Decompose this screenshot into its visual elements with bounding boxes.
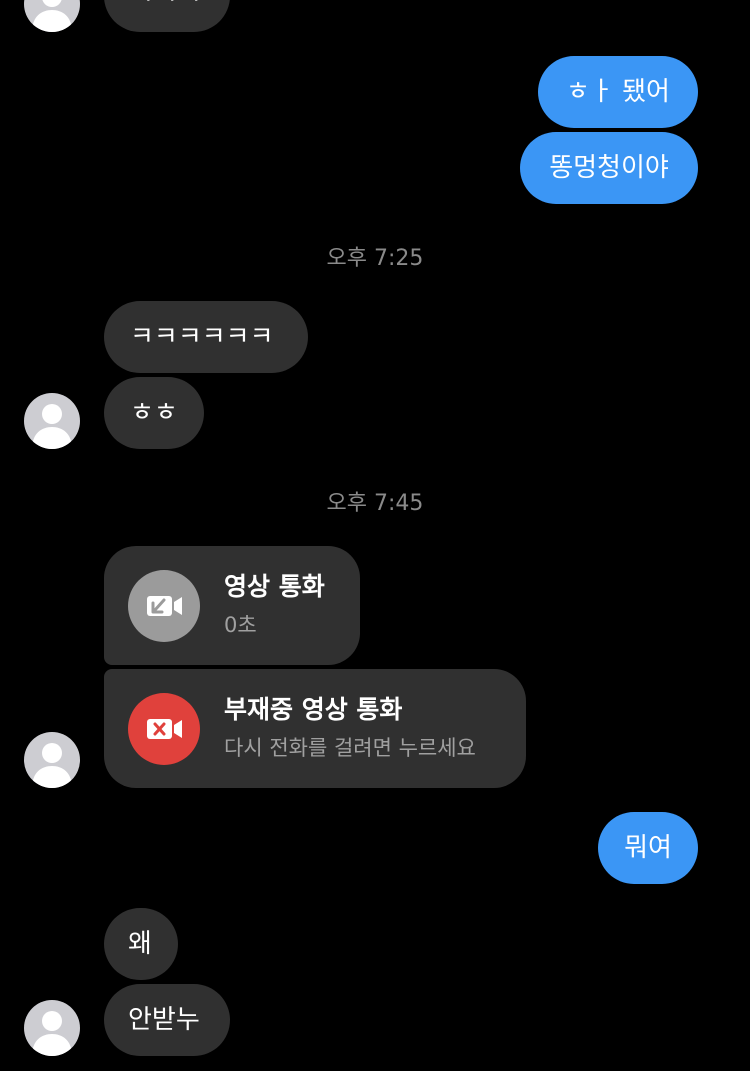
incoming-video-call-icon (128, 570, 200, 642)
outgoing-message-bubble[interactable]: 뭐여 (598, 812, 698, 884)
message-text: ㅋㅋㅋ (130, 0, 202, 11)
avatar[interactable] (24, 0, 80, 32)
default-avatar-icon (32, 743, 72, 788)
incoming-message-bubble[interactable]: ㅎㅎ (104, 377, 204, 449)
incoming-message-bubble[interactable]: 왜 (104, 908, 178, 980)
default-avatar-icon (32, 404, 72, 449)
message-text: 안받누 (128, 1005, 200, 1035)
call-title: 영상 통화 (224, 572, 325, 601)
incoming-message-bubble[interactable]: 안받누 (104, 984, 230, 1056)
outgoing-message-bubble[interactable]: ㅎㅏ 됐어 (538, 56, 698, 128)
default-avatar-icon (32, 0, 72, 32)
timestamp: 오후 7:25 (326, 246, 424, 271)
message-text: 똥멍청이야 (549, 153, 669, 183)
message-text: ㅎㅏ 됐어 (566, 77, 670, 107)
avatar[interactable] (24, 732, 80, 788)
incoming-message-bubble[interactable]: ㅋㅋㅋㅋㅋㅋ (104, 301, 308, 373)
avatar[interactable] (24, 393, 80, 449)
message-text: 왜 (128, 929, 152, 959)
message-text: 뭐여 (624, 833, 672, 863)
missed-video-call-card[interactable]: 부재중 영상 통화 다시 전화를 걸려면 누르세요 (104, 669, 526, 788)
default-avatar-icon (32, 1011, 72, 1056)
call-duration: 0초 (224, 613, 257, 637)
call-hint: 다시 전화를 걸려면 누르세요 (224, 736, 476, 760)
message-text: ㅋㅋㅋㅋㅋㅋ (130, 322, 274, 352)
avatar[interactable] (24, 1000, 80, 1056)
timestamp: 오후 7:45 (326, 491, 424, 516)
outgoing-message-bubble[interactable]: 똥멍청이야 (520, 132, 698, 204)
video-call-card[interactable]: 영상 통화 0초 (104, 546, 360, 665)
message-text: ㅎㅎ (130, 398, 178, 428)
incoming-message-bubble[interactable]: ㅋㅋㅋ (104, 0, 230, 32)
call-title: 부재중 영상 통화 (224, 695, 403, 724)
missed-video-call-icon (128, 693, 200, 765)
